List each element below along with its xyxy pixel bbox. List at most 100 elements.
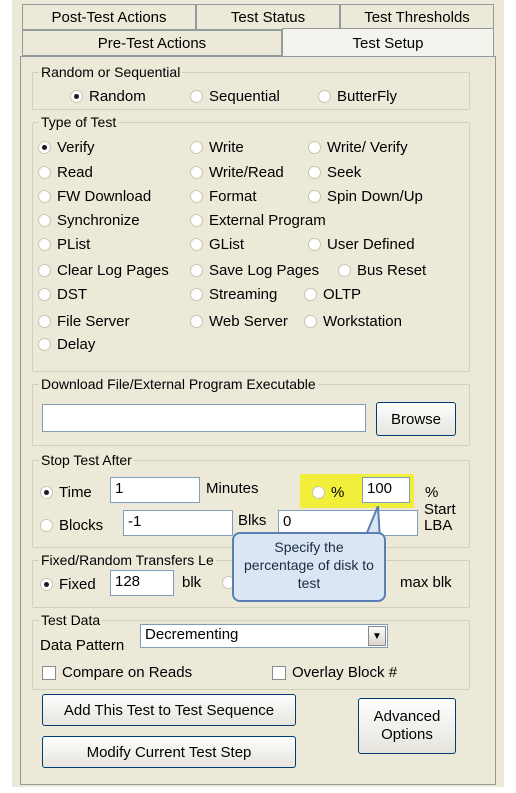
start-lba-label: Start LBA bbox=[424, 501, 456, 534]
radio-bus-reset[interactable]: Bus Reset bbox=[338, 262, 426, 279]
radio-user-defined[interactable]: User Defined bbox=[308, 236, 415, 253]
checkbox-label: Overlay Block # bbox=[292, 664, 398, 681]
tab-label: Test Status bbox=[230, 8, 306, 26]
add-test-button[interactable]: Add This Test to Test Sequence bbox=[42, 694, 296, 726]
radio-indicator bbox=[312, 486, 325, 499]
data-pattern-select[interactable]: Decrementing bbox=[140, 624, 388, 648]
radio-synchronize[interactable]: Synchronize bbox=[38, 212, 140, 229]
radio-write[interactable]: Write bbox=[190, 139, 244, 156]
radio-read[interactable]: Read bbox=[38, 164, 93, 181]
radio-indicator bbox=[190, 190, 203, 203]
radio-plist[interactable]: PList bbox=[38, 236, 90, 253]
radio-label: Save Log Pages bbox=[209, 262, 320, 279]
tab-label: Post-Test Actions bbox=[51, 8, 167, 26]
radio-save-log-pages[interactable]: Save Log Pages bbox=[190, 262, 319, 279]
chevron-down-icon[interactable]: ▼ bbox=[368, 626, 386, 646]
tab-post-test-actions[interactable]: Post-Test Actions bbox=[22, 4, 196, 30]
radio-write-read[interactable]: Write/Read bbox=[190, 164, 284, 181]
executable-path-input[interactable] bbox=[42, 404, 366, 432]
radio-label: Verify bbox=[57, 139, 95, 156]
radio-label: User Defined bbox=[327, 236, 415, 253]
radio-glist[interactable]: GList bbox=[190, 236, 244, 253]
radio-butterfly[interactable]: ButterFly bbox=[318, 88, 397, 105]
tab-test-status[interactable]: Test Status bbox=[196, 4, 340, 30]
compare-on-reads-checkbox[interactable]: Compare on Reads bbox=[42, 664, 192, 681]
radio-workstation[interactable]: Workstation bbox=[304, 313, 402, 330]
advanced-options-button[interactable]: Advanced Options bbox=[358, 698, 456, 754]
modify-test-step-button[interactable]: Modify Current Test Step bbox=[42, 736, 296, 768]
radio-streaming[interactable]: Streaming bbox=[190, 286, 277, 303]
radio-label: Streaming bbox=[209, 286, 278, 303]
radio-label: Write/ Verify bbox=[327, 139, 408, 156]
radio-indicator bbox=[190, 315, 203, 328]
radio-fw-download[interactable]: FW Download bbox=[38, 188, 151, 205]
time-input[interactable]: 1 bbox=[110, 477, 200, 503]
fixed-size-input[interactable]: 128 bbox=[110, 570, 174, 596]
radio-label: Blocks bbox=[59, 517, 104, 534]
percent-input[interactable]: 100 bbox=[362, 477, 410, 503]
radio-clear-log-pages[interactable]: Clear Log Pages bbox=[38, 262, 169, 279]
radio-dst[interactable]: DST bbox=[38, 286, 87, 303]
radio-indicator bbox=[40, 486, 53, 499]
blocks-input[interactable]: -1 bbox=[123, 510, 233, 536]
radio-indicator bbox=[38, 238, 51, 251]
checkbox-label: Compare on Reads bbox=[62, 664, 193, 681]
radio-indicator bbox=[190, 141, 203, 154]
radio-time[interactable]: Time bbox=[40, 484, 92, 501]
radio-label: % bbox=[331, 484, 345, 501]
radio-indicator bbox=[38, 141, 51, 154]
radio-format[interactable]: Format bbox=[190, 188, 257, 205]
button-label: Modify Current Test Step bbox=[86, 743, 252, 761]
radio-indicator bbox=[40, 578, 53, 591]
group-title: Fixed/Random Transfers Le bbox=[41, 552, 214, 568]
radio-indicator bbox=[190, 288, 203, 301]
tab-test-setup[interactable]: Test Setup bbox=[282, 28, 494, 58]
radio-blocks[interactable]: Blocks bbox=[40, 517, 103, 534]
radio-sequential[interactable]: Sequential bbox=[190, 88, 280, 105]
tab-pre-test-actions[interactable]: Pre-Test Actions bbox=[22, 30, 282, 56]
radio-label: Fixed bbox=[59, 576, 96, 593]
group-title: Type of Test bbox=[41, 114, 117, 130]
button-label: Browse bbox=[390, 410, 442, 428]
radio-label: ButterFly bbox=[337, 88, 398, 105]
radio-indicator bbox=[190, 238, 203, 251]
radio-indicator bbox=[70, 90, 83, 103]
radio-indicator bbox=[318, 90, 331, 103]
radio-spin-down-up[interactable]: Spin Down/Up bbox=[308, 188, 423, 205]
radio-file-server[interactable]: File Server bbox=[38, 313, 130, 330]
radio-label: File Server bbox=[57, 313, 130, 330]
radio-seek[interactable]: Seek bbox=[308, 164, 361, 181]
radio-label: Time bbox=[59, 484, 92, 501]
browse-button[interactable]: Browse bbox=[376, 402, 456, 436]
radio-write-verify[interactable]: Write/ Verify bbox=[308, 139, 408, 156]
radio-label: OLTP bbox=[323, 286, 362, 303]
button-label: Add This Test to Test Sequence bbox=[63, 701, 275, 719]
minutes-label: Minutes bbox=[206, 480, 259, 497]
radio-indicator bbox=[308, 166, 321, 179]
radio-label: Web Server bbox=[209, 313, 288, 330]
checkbox-box bbox=[272, 665, 286, 680]
radio-label: Workstation bbox=[323, 313, 402, 330]
radio-label: DST bbox=[57, 286, 87, 303]
callout-text: Specify the percentage of disk to test bbox=[244, 539, 374, 591]
select-value: Decrementing bbox=[145, 626, 239, 643]
radio-oltp[interactable]: OLTP bbox=[304, 286, 361, 303]
radio-percent[interactable]: % bbox=[312, 484, 344, 501]
radio-label: Write/Read bbox=[209, 164, 284, 181]
radio-verify[interactable]: Verify bbox=[38, 139, 95, 156]
radio-label: PList bbox=[57, 236, 91, 253]
radio-fixed[interactable]: Fixed bbox=[40, 576, 96, 593]
radio-random[interactable]: Random bbox=[70, 88, 146, 105]
data-pattern-label: Data Pattern bbox=[40, 637, 125, 654]
overlay-block-checkbox[interactable]: Overlay Block # bbox=[272, 664, 397, 681]
radio-indicator bbox=[308, 238, 321, 251]
radio-indicator bbox=[304, 288, 317, 301]
radio-delay[interactable]: Delay bbox=[38, 336, 95, 353]
radio-label: Read bbox=[57, 164, 93, 181]
tab-test-thresholds[interactable]: Test Thresholds bbox=[340, 4, 494, 30]
radio-label: Seek bbox=[327, 164, 362, 181]
blks-label: Blks bbox=[238, 512, 267, 529]
radio-indicator bbox=[190, 90, 203, 103]
radio-external-program[interactable]: External Program bbox=[190, 212, 326, 229]
radio-web-server[interactable]: Web Server bbox=[190, 313, 288, 330]
